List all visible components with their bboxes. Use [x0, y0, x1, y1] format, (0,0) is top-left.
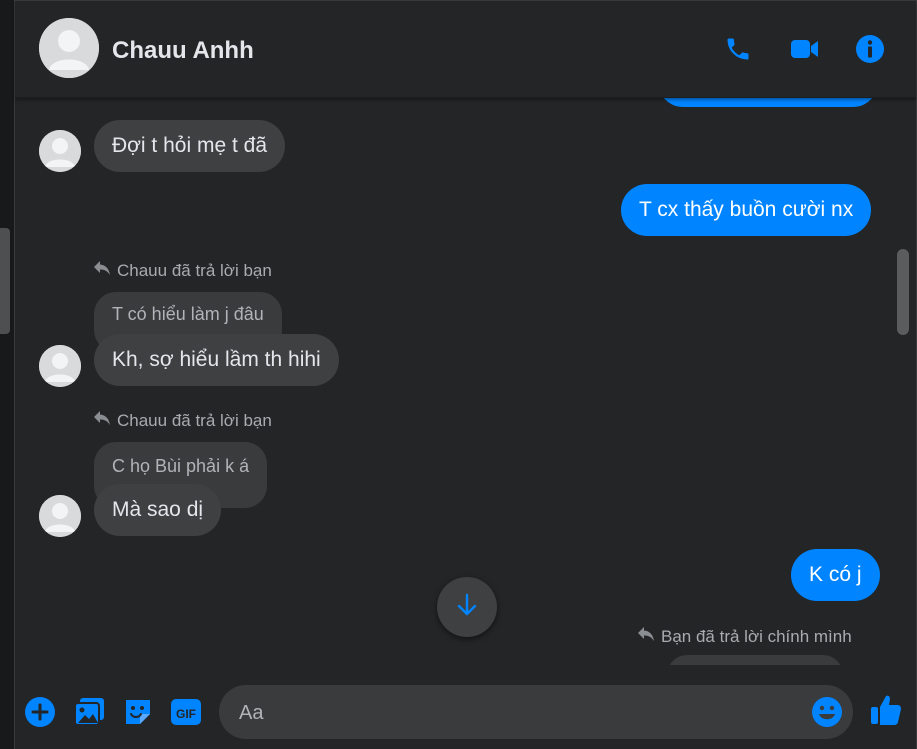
scroll-to-bottom-button[interactable] — [437, 577, 497, 637]
left-scrollbar-thumb[interactable] — [0, 228, 10, 334]
incoming-message[interactable]: Kh, sợ hiểu lầm th hihi — [94, 334, 339, 386]
outgoing-message[interactable]: K có j — [791, 549, 880, 601]
reply-indicator: Bạn đã trả lời chính mình — [637, 626, 852, 647]
info-icon[interactable] — [855, 34, 885, 64]
sender-avatar[interactable] — [39, 345, 81, 387]
sender-avatar[interactable] — [39, 130, 81, 172]
incoming-message[interactable]: Mà sao dị — [94, 484, 222, 536]
photo-icon[interactable] — [73, 695, 107, 729]
message-list[interactable]: Đợi t hỏi mẹ t đã T cx thấy buồn cười nx… — [15, 97, 916, 665]
outgoing-message-partial[interactable] — [658, 97, 878, 107]
outgoing-message[interactable]: T cx thấy buồn cười nx — [621, 184, 872, 236]
reply-note-text: Bạn đã trả lời chính mình — [661, 626, 852, 646]
like-icon[interactable] — [869, 693, 903, 727]
chat-scrollbar-thumb[interactable] — [897, 249, 909, 335]
contact-avatar[interactable] — [39, 18, 99, 78]
reply-arrow-icon — [93, 260, 111, 281]
message-composer: GIF — [15, 665, 916, 749]
contact-name[interactable]: Chauu Anhh — [112, 37, 254, 65]
arrow-down-icon — [456, 593, 478, 622]
sticker-icon[interactable] — [121, 695, 155, 729]
chat-header: Chauu Anhh — [15, 1, 916, 98]
video-camera-icon[interactable] — [790, 34, 820, 64]
reply-indicator: Chauu đã trả lời bạn — [93, 260, 272, 281]
incoming-message[interactable]: Đợi t hỏi mẹ t đã — [94, 120, 285, 172]
reply-note-text: Chauu đã trả lời bạn — [117, 410, 272, 430]
reply-indicator: Chauu đã trả lời bạn — [93, 410, 272, 431]
plus-icon[interactable] — [23, 695, 57, 729]
reply-arrow-icon — [93, 410, 111, 431]
phone-icon[interactable] — [723, 34, 753, 64]
emoji-icon[interactable] — [811, 696, 843, 728]
sender-avatar[interactable] — [39, 495, 81, 537]
svg-text:GIF: GIF — [176, 707, 196, 721]
left-panel-edge — [0, 0, 15, 749]
reply-note-text: Chauu đã trả lời bạn — [117, 260, 272, 280]
message-input[interactable] — [237, 685, 801, 741]
reply-arrow-icon — [637, 626, 655, 647]
message-input-container[interactable] — [219, 685, 853, 741]
quoted-message-partial[interactable] — [667, 655, 843, 665]
gif-icon[interactable]: GIF — [169, 695, 203, 729]
